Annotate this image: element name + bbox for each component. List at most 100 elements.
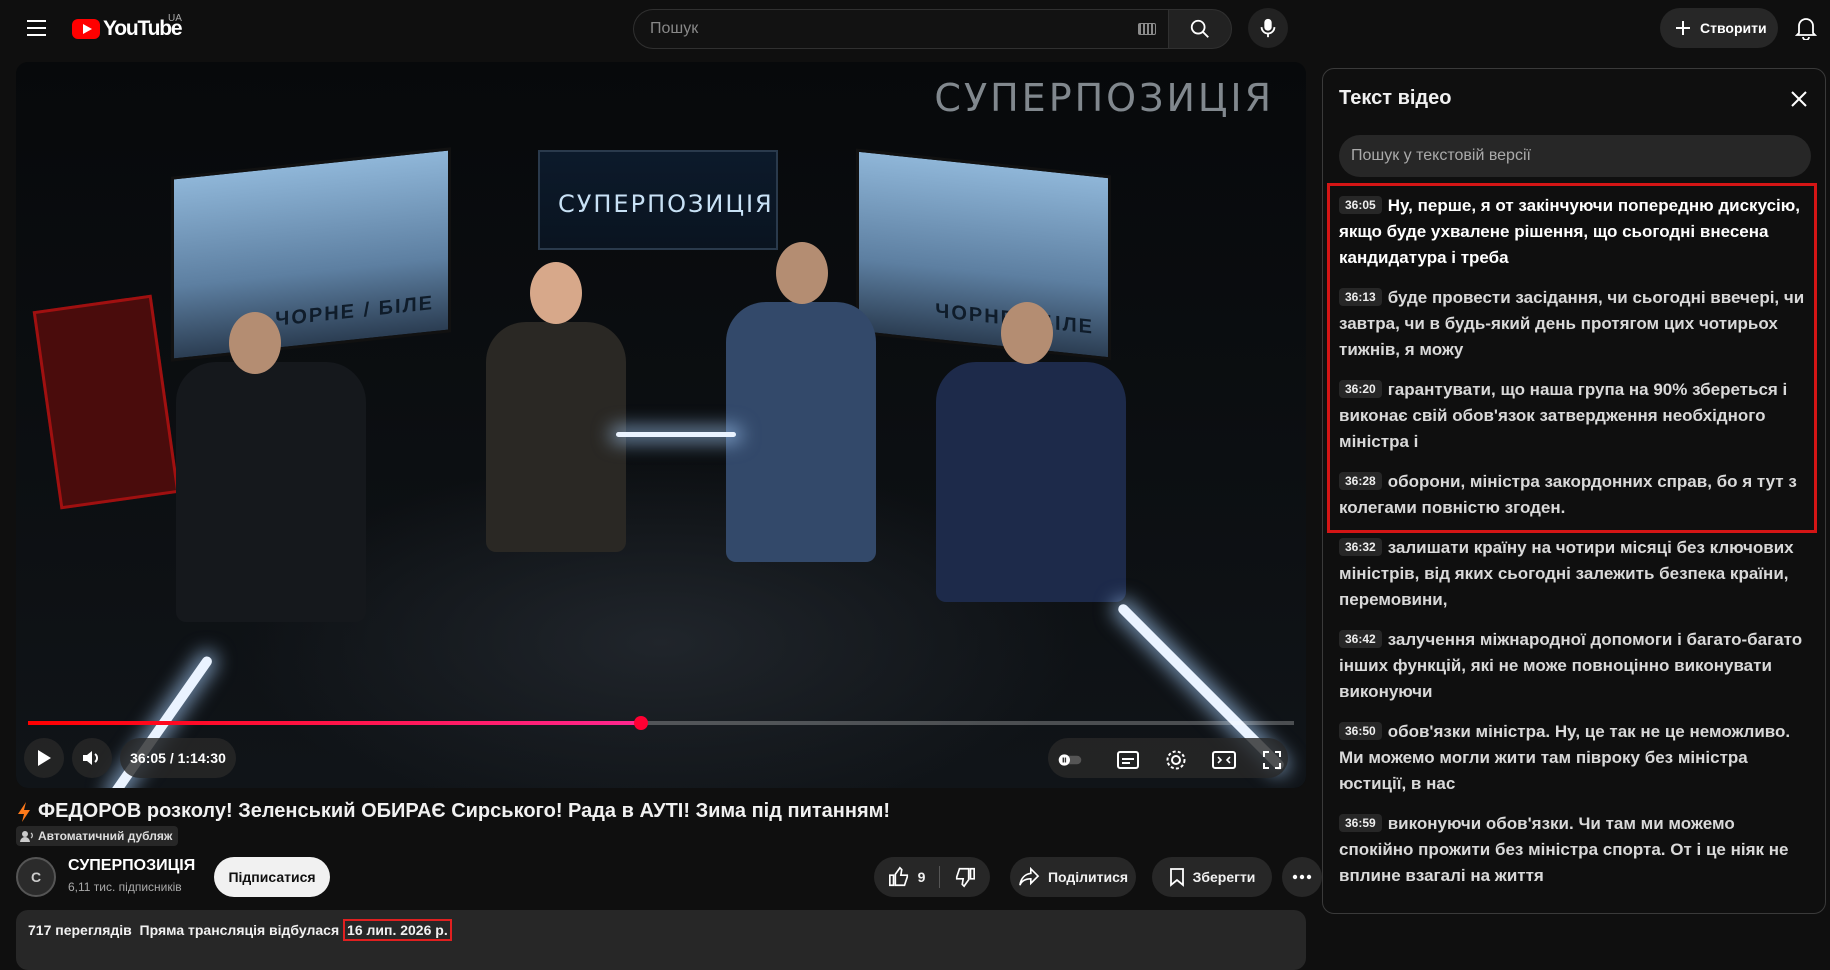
more-actions-button[interactable] xyxy=(1282,857,1322,897)
transcript-segment[interactable]: 36:20 гарантувати, що наша група на 90% з… xyxy=(1323,367,1825,459)
youtube-logo[interactable]: YouTube UA xyxy=(72,13,183,41)
studio-screen-left: ЧОРНЕ / БІЛЕ xyxy=(171,147,451,362)
segment-text: гарантувати, що наша група на 90% зберет… xyxy=(1339,380,1788,451)
share-button[interactable]: Поділитися xyxy=(1010,857,1136,897)
stream-date: 16 лип. 2026 р. xyxy=(343,919,452,941)
transcript-segment[interactable]: 36:28 оборони, міністра закордонних справ… xyxy=(1323,459,1825,525)
segment-timestamp[interactable]: 36:59 xyxy=(1339,814,1382,832)
screen-caption-left: ЧОРНЕ / БІЛЕ xyxy=(275,292,434,331)
region-label: UA xyxy=(168,13,182,24)
top-bar: YouTube UA Пошук Створити xyxy=(0,0,1830,56)
studio-sign-text: СУПЕРПОЗИЦІЯ xyxy=(558,190,774,218)
subtitles-button[interactable] xyxy=(1116,748,1140,772)
plus-icon xyxy=(1676,21,1690,35)
like-dislike-group: 9 xyxy=(874,857,990,897)
close-icon xyxy=(1791,91,1807,107)
segment-timestamp[interactable]: 36:20 xyxy=(1339,380,1382,398)
guest-2-head xyxy=(530,262,582,324)
channel-name[interactable]: СУПЕРПОЗИЦІЯ xyxy=(68,857,195,875)
settings-button[interactable] xyxy=(1164,748,1188,772)
player-controls: 36:05 / 1:14:30 xyxy=(16,738,1306,782)
bookmark-icon xyxy=(1169,868,1184,887)
transcript-segment[interactable]: 36:32 залишати країну на чотири місяці бе… xyxy=(1323,525,1825,617)
search-button[interactable] xyxy=(1168,9,1232,49)
segment-text: залучення міжнародної допомоги і багато-… xyxy=(1339,630,1803,701)
save-label: Зберегти xyxy=(1192,869,1256,885)
guest-3-head xyxy=(776,242,828,304)
transcript-search-placeholder: Пошук у текстовій версії xyxy=(1351,147,1531,164)
time-text: 36:05 / 1:14:30 xyxy=(130,750,226,766)
youtube-play-icon xyxy=(72,19,100,39)
like-count: 9 xyxy=(917,869,926,885)
transcript-panel: Текст відео Пошук у текстовій версії 36:… xyxy=(1322,68,1826,914)
segment-text: виконуючи обов'язки. Чи там ми можемо сп… xyxy=(1339,814,1789,885)
studio-sign: СУПЕРПОЗИЦІЯ xyxy=(538,150,778,250)
transcript-segment[interactable]: 36:59 виконуючи обов'язки. Чи там ми може… xyxy=(1323,801,1825,893)
progress-bar[interactable] xyxy=(28,716,1294,730)
create-button[interactable]: Створити xyxy=(1660,8,1778,48)
view-count: 717 переглядів xyxy=(28,922,132,938)
transcript-segment[interactable]: 36:05 Ну, перше, я от закінчуючи попередн… xyxy=(1323,183,1825,275)
menu-icon[interactable] xyxy=(20,12,52,44)
autoplay-toggle[interactable] xyxy=(1058,748,1082,772)
search-input[interactable]: Пошук xyxy=(633,9,1168,49)
video-frame: ЧОРНЕ / БІЛЕ ЧОРНЕ / БІЛЕ СУПЕРПОЗИЦІЯ С… xyxy=(16,62,1306,788)
fullscreen-icon xyxy=(1263,751,1281,769)
subscriber-count: 6,11 тис. підписників xyxy=(68,880,182,894)
fullscreen-button[interactable] xyxy=(1260,748,1284,772)
segment-timestamp[interactable]: 36:28 xyxy=(1339,472,1382,490)
dub-person-icon xyxy=(20,831,33,842)
segment-text: обов'язки міністра. Ну, це так не це нем… xyxy=(1339,722,1791,793)
play-icon xyxy=(38,750,51,766)
transcript-segment[interactable]: 36:50 обов'язки міністра. Ну, це так не ц… xyxy=(1323,709,1825,801)
channel-watermark: СУПЕРПОЗИЦІЯ xyxy=(934,76,1274,120)
video-player[interactable]: ЧОРНЕ / БІЛЕ ЧОРНЕ / БІЛЕ СУПЕРПОЗИЦІЯ С… xyxy=(16,62,1306,788)
segment-text: буде провести засідання, чи сьогодні вве… xyxy=(1339,288,1805,359)
transcript-segment-list: 36:05 Ну, перше, я от закінчуючи попередн… xyxy=(1323,183,1825,893)
video-title-row: ФЕДОРОВ розколу! Зеленський ОБИРАЄ Сирсь… xyxy=(16,800,1306,823)
autoplay-icon xyxy=(1058,754,1082,766)
time-display: 36:05 / 1:14:30 xyxy=(120,738,236,778)
segment-timestamp[interactable]: 36:13 xyxy=(1339,288,1382,306)
scrubber-handle[interactable] xyxy=(633,716,648,730)
transcript-segment[interactable]: 36:42 залучення міжнародної допомоги і ба… xyxy=(1323,617,1825,709)
dislike-button[interactable] xyxy=(948,866,976,888)
thumbs-down-icon xyxy=(956,867,976,888)
close-transcript-button[interactable] xyxy=(1787,87,1811,111)
guest-3 xyxy=(726,302,876,562)
volume-button[interactable] xyxy=(72,738,112,778)
segment-timestamp[interactable]: 36:50 xyxy=(1339,722,1382,740)
channel-avatar[interactable]: С xyxy=(16,857,56,897)
voice-search-button[interactable] xyxy=(1248,8,1288,48)
subscribe-button[interactable]: Підписатися xyxy=(214,857,330,897)
theater-mode-button[interactable] xyxy=(1212,748,1236,772)
dub-label: Автоматичний дубляж xyxy=(38,829,173,843)
notifications-button[interactable] xyxy=(1792,14,1820,42)
keyboard-icon[interactable] xyxy=(1138,23,1156,35)
transcript-segment[interactable]: 36:13 буде провести засідання, чи сьогодн… xyxy=(1323,275,1825,367)
stream-label: Пряма трансляція відбулася xyxy=(139,922,340,938)
bell-icon xyxy=(1795,18,1817,40)
microphone-icon xyxy=(1260,18,1276,38)
more-horizontal-icon xyxy=(1292,874,1312,880)
guest-4 xyxy=(936,362,1126,602)
create-label: Створити xyxy=(1700,20,1767,36)
save-button[interactable]: Зберегти xyxy=(1152,857,1272,897)
play-button[interactable] xyxy=(24,738,64,778)
subtitles-icon xyxy=(1117,751,1139,769)
guest-2 xyxy=(486,322,626,552)
share-icon xyxy=(1019,867,1040,886)
segment-timestamp[interactable]: 36:05 xyxy=(1339,196,1382,214)
subscribe-label: Підписатися xyxy=(228,869,316,885)
auto-dub-badge[interactable]: Автоматичний дубляж xyxy=(16,826,179,846)
search-bar: Пошук xyxy=(633,9,1232,49)
transcript-search-input[interactable]: Пошук у текстовій версії xyxy=(1339,135,1811,177)
guest-1 xyxy=(176,362,366,622)
segment-timestamp[interactable]: 36:32 xyxy=(1339,538,1382,556)
segment-timestamp[interactable]: 36:42 xyxy=(1339,630,1382,648)
wall-poster xyxy=(32,294,180,510)
like-button[interactable]: 9 xyxy=(888,866,941,888)
description-box[interactable]: 717 переглядів Пряма трансляція відбулас… xyxy=(16,910,1306,970)
segment-text: Ну, перше, я от закінчуючи попередню дис… xyxy=(1339,196,1801,267)
gear-icon xyxy=(1166,750,1186,770)
